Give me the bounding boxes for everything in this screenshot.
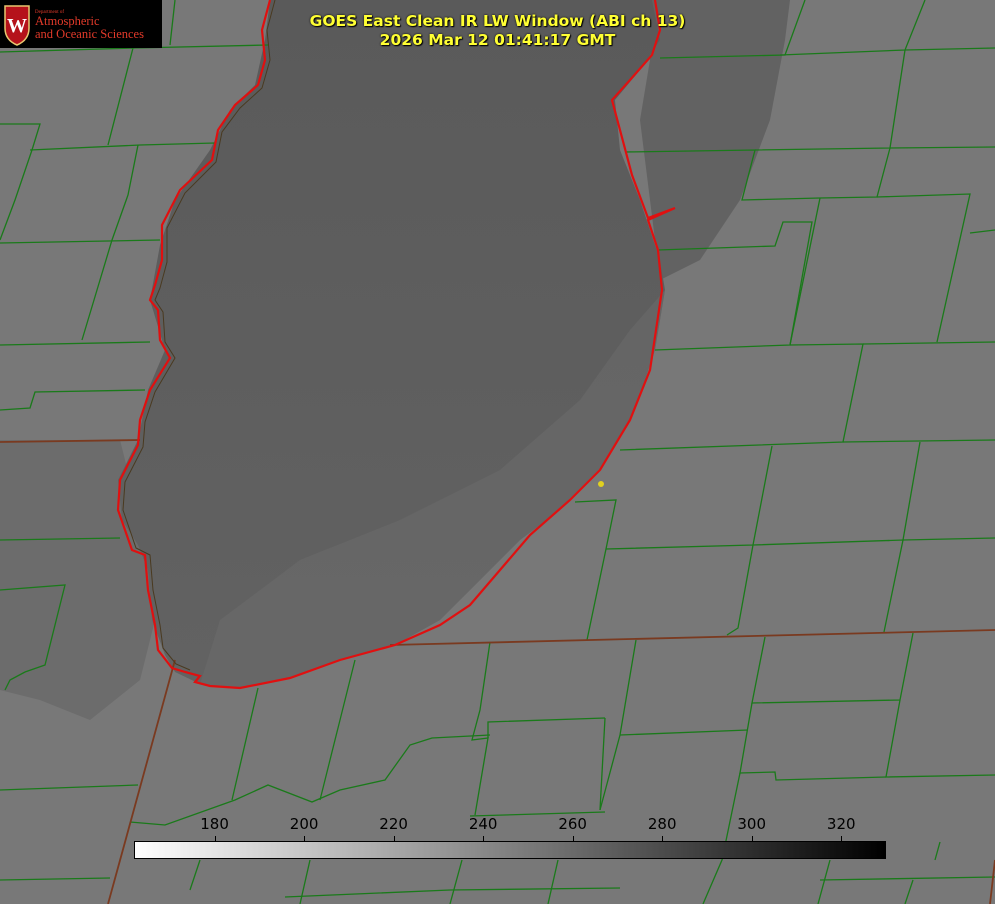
colorbar-tick-mark	[393, 836, 395, 841]
colorbar-tick-label: 180	[200, 815, 229, 833]
colorbar-tick-label: 300	[737, 815, 767, 833]
colorbar-tick-label: 280	[647, 815, 677, 833]
colorbar-tick-mark	[572, 836, 574, 841]
colorbar	[134, 841, 886, 859]
colorbar-tick-mark	[214, 836, 216, 841]
colorbar-tick-label: 200	[289, 815, 319, 833]
colorbar-tick-label: 240	[468, 815, 498, 833]
colorbar-tick-mark	[662, 836, 664, 841]
colorbar-tick-mark	[304, 836, 306, 841]
colorbar-tick-mark	[483, 836, 485, 841]
satellite-map	[0, 0, 995, 904]
location-marker	[598, 481, 604, 487]
image-title: GOES East Clean IR LW Window (ABI ch 13)…	[0, 12, 995, 49]
title-line1: GOES East Clean IR LW Window (ABI ch 13)	[309, 12, 686, 30]
title-line2: 2026 Mar 12 01:41:17 GMT	[379, 30, 616, 49]
colorbar-tick-mark	[841, 836, 843, 841]
colorbar-tick-label: 220	[379, 815, 408, 833]
colorbar-tick-label: 320	[826, 815, 856, 833]
colorbar-tick-mark	[751, 836, 753, 841]
colorbar-tick-label: 260	[558, 815, 587, 833]
